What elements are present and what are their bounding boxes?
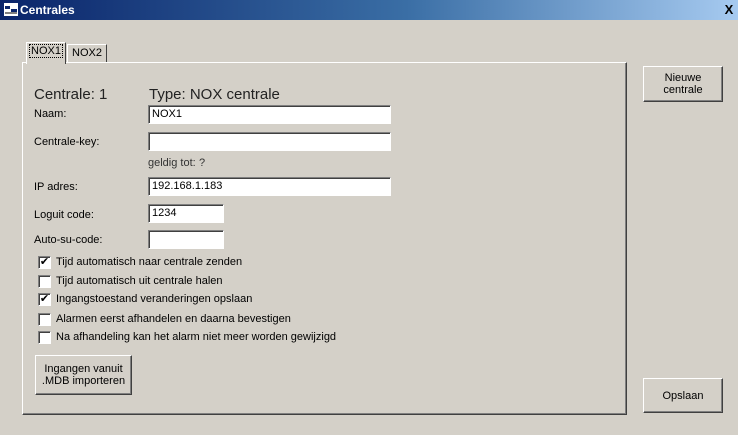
ip-adres-field[interactable]: 192.168.1.183 (148, 177, 391, 196)
centrales-window: Centrales X NOX1 NOX2 Centrale: 1 Type: … (0, 0, 738, 435)
close-icon[interactable]: X (722, 2, 736, 17)
tab-nox1[interactable]: NOX1 (26, 42, 66, 64)
checkbox-label: Tijd automatisch naar centrale zenden (56, 256, 243, 268)
auto-su-code-label: Auto-su-code: (34, 234, 103, 246)
tab-nox1-label: NOX1 (29, 44, 63, 58)
import-button-line2: .MDB importeren (41, 375, 126, 387)
import-button-line1: Ingangen vanuit (44, 363, 123, 375)
checkbox-box[interactable]: ✔ (38, 256, 51, 269)
checkbox-label: Na afhandeling kan het alarm niet meer w… (56, 331, 337, 343)
checkbox-box[interactable] (38, 331, 51, 344)
checkmark-icon: ✔ (39, 293, 50, 305)
window-title: Centrales (20, 3, 75, 17)
centrale-key-label: Centrale-key: (34, 136, 100, 148)
checkbox-box[interactable] (38, 313, 51, 326)
tab-nox2-label: NOX2 (72, 47, 102, 59)
checkbox-box[interactable]: ✔ (38, 293, 51, 306)
checkbox-label: Alarmen eerst afhandelen en daarna beves… (56, 313, 291, 325)
checkbox-box[interactable] (38, 275, 51, 288)
ip-adres-label: IP adres: (34, 181, 78, 193)
checkmark-icon: ✔ (39, 256, 50, 268)
naam-label: Naam: (34, 108, 67, 120)
geldig-tot-value: ? (199, 157, 206, 169)
import-mdb-button[interactable]: Ingangen vanuit .MDB importeren (35, 355, 132, 395)
title-bar: Centrales X (0, 0, 738, 20)
opslaan-button[interactable]: Opslaan (643, 378, 723, 413)
nieuwe-centrale-button[interactable]: Nieuwe centrale (643, 66, 723, 102)
naam-field[interactable]: NOX1 (148, 105, 391, 124)
loguit-code-field[interactable]: 1234 (148, 204, 224, 223)
app-icon (4, 3, 18, 16)
centrale-key-field[interactable] (148, 132, 391, 151)
tab-nox2[interactable]: NOX2 (67, 44, 107, 63)
loguit-code-label: Loguit code: (34, 209, 94, 221)
geldig-tot-label: geldig tot: (148, 157, 196, 169)
checkbox-label: Tijd automatisch uit centrale halen (56, 275, 223, 287)
centrale-number: Centrale: 1 (34, 86, 108, 103)
centrale-type: Type: NOX centrale (149, 86, 280, 103)
auto-su-code-field[interactable] (148, 230, 224, 249)
checkbox-label: Ingangstoestand veranderingen opslaan (56, 293, 253, 305)
